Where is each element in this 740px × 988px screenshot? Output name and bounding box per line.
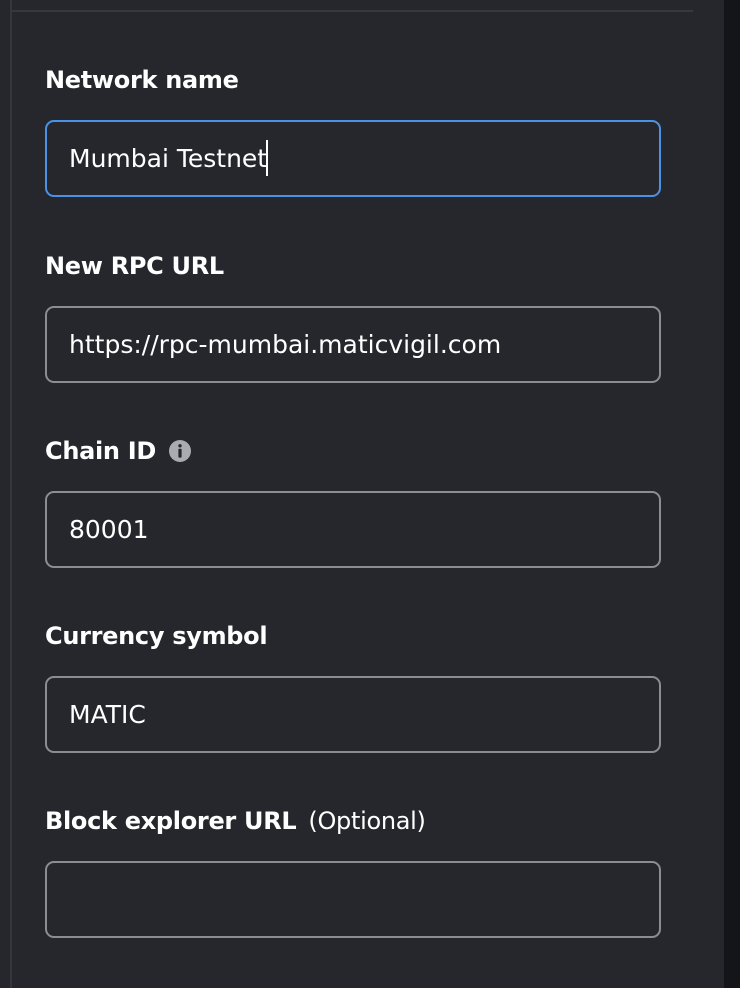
info-icon[interactable] bbox=[168, 439, 192, 463]
currency-symbol-input-box[interactable] bbox=[45, 676, 661, 753]
currency-symbol-label: Currency symbol bbox=[45, 622, 268, 650]
chain-id-label: Chain ID bbox=[45, 436, 661, 466]
rpc-url-input[interactable] bbox=[47, 308, 659, 381]
chain-id-field: Chain ID bbox=[45, 436, 661, 568]
panel-top-divider bbox=[10, 10, 693, 12]
currency-symbol-input[interactable] bbox=[47, 678, 659, 751]
rpc-url-label: New RPC URL bbox=[45, 252, 224, 280]
rpc-url-field: New RPC URL bbox=[45, 251, 661, 383]
chain-id-input-box[interactable] bbox=[45, 491, 661, 568]
block-explorer-input[interactable] bbox=[47, 863, 659, 936]
network-name-input-box[interactable] bbox=[45, 120, 661, 197]
panel-left-divider bbox=[10, 0, 12, 988]
rpc-url-input-box[interactable] bbox=[45, 306, 661, 383]
network-name-field: Network name bbox=[45, 65, 661, 197]
text-cursor bbox=[266, 140, 268, 176]
optional-label: (Optional) bbox=[308, 807, 426, 835]
network-name-input[interactable] bbox=[47, 122, 659, 195]
scroll-track[interactable] bbox=[724, 0, 740, 988]
chain-id-input[interactable] bbox=[47, 493, 659, 566]
block-explorer-label: Block explorer URL (Optional) bbox=[45, 807, 426, 835]
block-explorer-field: Block explorer URL (Optional) bbox=[45, 806, 661, 938]
currency-symbol-field: Currency symbol bbox=[45, 621, 661, 753]
block-explorer-input-box[interactable] bbox=[45, 861, 661, 938]
network-name-label: Network name bbox=[45, 66, 239, 94]
